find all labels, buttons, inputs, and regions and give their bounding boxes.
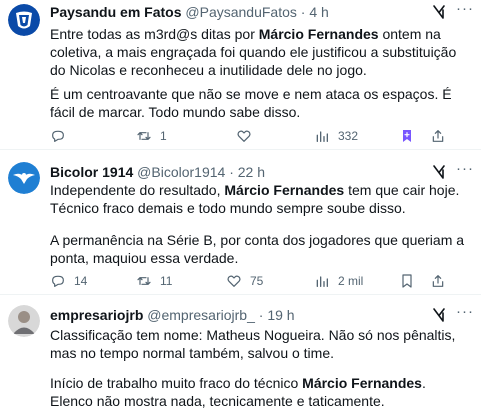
tweet-text: A permanência na Série B, por conta dos …	[50, 231, 467, 267]
tweet-text: Classificação tem nome: Matheus Nogueira…	[50, 326, 467, 362]
grok-icon[interactable]	[431, 307, 447, 323]
avatar[interactable]	[8, 305, 40, 337]
reply-button[interactable]: 14	[50, 271, 87, 291]
tweet-paragraph: É um centroavante que não se move e nem …	[50, 86, 452, 120]
bookmark-button[interactable]	[399, 126, 415, 146]
separator-dot: ·	[300, 4, 306, 20]
display-name[interactable]: Paysandu em Fatos	[50, 4, 182, 20]
retweet-icon	[137, 277, 151, 285]
tweet-text: Início de trabalho muito fraco do técnic…	[50, 374, 467, 410]
heart-icon	[227, 275, 241, 287]
grok-icon[interactable]	[431, 4, 447, 20]
more-options-button[interactable]: ···	[455, 161, 475, 180]
bicolor-logo-icon	[8, 162, 40, 194]
avatar[interactable]	[8, 4, 40, 36]
tweet-text: Entre todas as m3rd@s ditas por Márcio F…	[50, 25, 467, 79]
tweet-actions: 14 11 75 2 mil	[50, 271, 473, 291]
share-button[interactable]	[430, 126, 446, 146]
tweet-actions: 1 332	[50, 126, 473, 146]
views-chart-icon	[316, 131, 328, 142]
user-photo-icon	[8, 305, 40, 337]
more-options-button[interactable]: ···	[455, 304, 475, 323]
reply-icon	[52, 130, 64, 142]
share-button[interactable]	[430, 271, 446, 291]
separator-dot: ·	[229, 164, 234, 180]
views-button[interactable]: 2 mil	[314, 271, 363, 291]
more-options-button[interactable]: ···	[455, 1, 475, 20]
share-icon	[432, 275, 444, 287]
retweet-count: 1	[160, 129, 167, 143]
paysandu-logo-icon	[8, 4, 40, 36]
tweet-paragraph: Classificação tem nome: Matheus Nogueira…	[50, 327, 456, 361]
like-button[interactable]	[236, 126, 260, 146]
tweet-text: É um centroavante que não se move e nem …	[50, 85, 467, 121]
bookmark-icon	[403, 130, 411, 142]
share-icon	[432, 130, 444, 142]
timestamp[interactable]: 19 h	[267, 307, 294, 323]
retweet-count: 11	[160, 274, 173, 288]
like-button[interactable]: 75	[226, 271, 263, 291]
separator-dot: ·	[258, 307, 264, 323]
handle[interactable]: @Bicolor1914	[137, 164, 225, 180]
bookmark-button[interactable]	[399, 271, 415, 291]
view-count: 332	[338, 129, 359, 143]
tweet-paragraph: Entre todas as m3rd@s ditas por Márcio F…	[50, 26, 457, 78]
tweet-header: Bicolor 1914 @Bicolor1914 · 22 h	[50, 163, 411, 181]
tweet-header: empresariojrb @empresariojrb_ · 19 h	[50, 306, 411, 324]
tweet[interactable]: Bicolor 1914 @Bicolor1914 · 22 h ··· Ind…	[0, 150, 481, 295]
avatar[interactable]	[8, 162, 40, 194]
tweet[interactable]: Paysandu em Fatos @PaysanduFatos · 4 h ·…	[0, 0, 481, 150]
heart-icon	[237, 130, 251, 142]
display-name[interactable]: Bicolor 1914	[50, 164, 133, 180]
retweet-icon	[137, 132, 151, 140]
reply-count: 14	[74, 274, 88, 288]
timestamp[interactable]: 4 h	[309, 4, 328, 20]
tweet-header: Paysandu em Fatos @PaysanduFatos · 4 h	[50, 3, 411, 21]
view-count: 2 mil	[338, 274, 364, 288]
bookmark-icon	[402, 274, 412, 288]
display-name[interactable]: empresariojrb	[50, 307, 143, 323]
tweet-feed: Paysandu em Fatos @PaysanduFatos · 4 h ·…	[0, 0, 481, 417]
tweet-paragraph: Início de trabalho muito fraco do técnic…	[50, 375, 426, 409]
views-chart-icon	[316, 276, 328, 287]
tweet-paragraph: A permanência na Série B, por conta dos …	[50, 232, 465, 266]
handle[interactable]: @PaysanduFatos	[185, 4, 297, 20]
retweet-button[interactable]: 11	[136, 271, 172, 291]
reply-icon	[52, 275, 64, 287]
like-count: 75	[250, 274, 264, 288]
tweet[interactable]: empresariojrb @empresariojrb_ · 19 h ···…	[0, 295, 481, 417]
retweet-button[interactable]: 1	[136, 126, 167, 146]
timestamp[interactable]: 22 h	[238, 164, 265, 180]
views-button[interactable]: 332	[314, 126, 358, 146]
handle[interactable]: @empresariojrb_	[147, 307, 255, 323]
tweet-paragraph: Independente do resultado, Márcio Fernan…	[50, 182, 460, 216]
tweet-text: Independente do resultado, Márcio Fernan…	[50, 181, 467, 217]
reply-button[interactable]	[50, 126, 74, 146]
grok-icon[interactable]	[431, 164, 447, 180]
